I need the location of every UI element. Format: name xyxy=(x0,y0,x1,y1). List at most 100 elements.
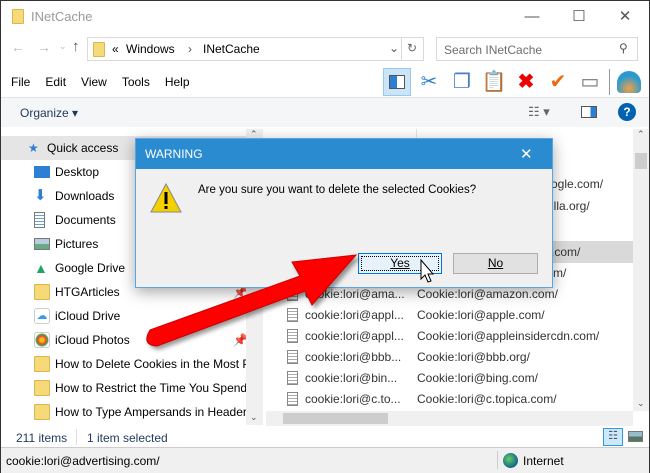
back-button[interactable]: ← xyxy=(11,39,25,55)
nav-label: How to Delete Cookies in the Most P xyxy=(55,357,246,371)
desktop-icon xyxy=(34,166,50,178)
preview-pane-button[interactable] xyxy=(383,68,411,96)
nav-folder-delete-cookies[interactable]: How to Delete Cookies in the Most P xyxy=(1,352,246,376)
nav-icloud-photos[interactable]: iCloud Photos 📌 xyxy=(1,328,246,352)
folder-icon xyxy=(34,356,50,372)
nav-icloud-drive[interactable]: ☁ iCloud Drive xyxy=(1,304,246,328)
cookie-name: cookie:lori@c.to... xyxy=(305,392,401,406)
table-row[interactable]: cookie:lori@bbb... Cookie:lori@bbb.org/ xyxy=(285,347,635,368)
download-icon: ⬇ xyxy=(34,187,47,204)
minimize-button[interactable]: — xyxy=(509,5,555,29)
file-icon xyxy=(287,308,298,322)
nav-label: iCloud Drive xyxy=(55,309,121,323)
close-button[interactable]: ✕ xyxy=(602,5,648,29)
nav-folder-restrict-time[interactable]: How to Restrict the Time You Spend xyxy=(1,376,246,400)
nav-label: HTGArticles xyxy=(55,285,120,299)
menu-edit[interactable]: Edit xyxy=(45,75,66,89)
scroll-thumb[interactable] xyxy=(635,153,647,169)
nav-label: How to Restrict the Time You Spend xyxy=(55,381,246,395)
delete-icon[interactable]: ✖ xyxy=(512,68,540,96)
menu-tools[interactable]: Tools xyxy=(122,75,150,89)
table-row[interactable]: cookie:lori@bin... Cookie:lori@bing.com/ xyxy=(285,368,635,389)
list-vertical-scrollbar[interactable]: ⌃ ⌄ xyxy=(633,129,649,411)
table-row[interactable]: cookie:lori@appl... Cookie:lori@apple.com… xyxy=(285,305,635,326)
checkmark-icon[interactable]: ✔ xyxy=(544,68,572,96)
paste-icon[interactable]: 📋 xyxy=(480,68,508,96)
menu-file[interactable]: File xyxy=(11,75,30,89)
cookie-address: Cookie:lori@apple.com/ xyxy=(417,308,545,322)
cookie-name: cookie:lori@bin... xyxy=(305,371,398,385)
dialog-message: Are you sure you want to delete the sele… xyxy=(198,184,477,196)
maximize-button[interactable]: ☐ xyxy=(556,5,602,29)
divider xyxy=(609,69,610,95)
organize-button[interactable]: Organize ▾ xyxy=(20,106,78,120)
chevron-down-icon[interactable]: ⌄ xyxy=(389,41,399,55)
no-button[interactable]: No xyxy=(453,253,538,274)
pictures-icon xyxy=(34,238,50,250)
recent-dropdown[interactable]: ⌄ xyxy=(59,41,67,52)
file-icon xyxy=(287,350,298,364)
file-icon xyxy=(287,371,298,385)
breadcrumb-inetcache[interactable]: INetCache xyxy=(203,42,260,56)
window-title: INetCache xyxy=(31,9,93,24)
menu-view[interactable]: View xyxy=(81,75,107,89)
details-pane-icon[interactable] xyxy=(581,106,597,118)
menu-help[interactable]: Help xyxy=(165,75,190,89)
google-drive-icon: ▲ xyxy=(34,260,48,276)
dialog-close-button[interactable]: ✕ xyxy=(520,145,533,163)
table-row[interactable]: cookie:lori@appl... Cookie:lori@appleinsi… xyxy=(285,326,635,347)
copy-icon[interactable]: ❐ xyxy=(448,68,476,96)
pin-icon[interactable]: 📌 xyxy=(233,328,246,352)
bottom-status-bar: cookie:lori@advertising.com/ Internet xyxy=(1,448,649,473)
cookie-address: Cookie:lori@bing.com/ xyxy=(417,371,538,385)
up-button[interactable]: ↑ xyxy=(72,38,80,55)
properties-icon[interactable]: ▭ xyxy=(576,68,604,96)
partial-address: m/ xyxy=(553,266,567,280)
cookie-name: cookie:lori@bbb... xyxy=(305,350,402,364)
search-input[interactable]: Search INetCache xyxy=(436,37,638,61)
photos-icon xyxy=(34,332,50,348)
forward-button[interactable]: → xyxy=(37,39,51,55)
cookie-address: Cookie:lori@c.topica.com/ xyxy=(417,392,557,406)
warning-icon xyxy=(150,183,182,213)
cookie-address: Cookie:lori@bbb.org/ xyxy=(417,350,530,364)
globe-icon xyxy=(503,453,518,468)
large-icons-view-button[interactable] xyxy=(628,431,643,442)
icloud-icon: ☁ xyxy=(34,308,50,324)
cookie-name: cookie:lori@appl... xyxy=(305,329,404,343)
view-options-icon[interactable]: ☷ ▾ xyxy=(528,104,550,120)
selection-count: 1 item selected xyxy=(87,431,168,445)
list-horizontal-scrollbar[interactable] xyxy=(266,411,633,426)
file-icon xyxy=(287,329,298,343)
nav-label: Google Drive xyxy=(55,261,126,275)
nav-folder-ampersands[interactable]: How to Type Ampersands in Header xyxy=(1,400,246,424)
search-icon: ⚲ xyxy=(619,41,628,55)
folder-icon xyxy=(93,42,105,57)
shell-logo-icon[interactable] xyxy=(617,71,641,93)
status-bar: 211 items 1 item selected ☷ xyxy=(1,426,649,448)
partial-address: ogle.com/ xyxy=(551,177,604,191)
breadcrumb-separator: › xyxy=(188,42,192,56)
document-icon xyxy=(34,212,45,228)
breadcrumb-overflow[interactable]: « xyxy=(112,42,119,56)
nav-label: Pictures xyxy=(55,237,99,251)
details-view-button[interactable]: ☷ xyxy=(603,428,623,446)
title-bar: INetCache — ☐ ✕ xyxy=(1,1,649,33)
address-bar[interactable]: « Windows › INetCache ⌄ ↻ xyxy=(87,37,424,61)
table-row[interactable]: cookie:lori@c.to... Cookie:lori@c.topica.… xyxy=(285,389,635,410)
partial-address: illa.org/ xyxy=(551,199,590,213)
folder-icon xyxy=(34,284,50,300)
nav-label: Quick access xyxy=(47,141,119,155)
yes-button[interactable]: Yes xyxy=(358,253,442,274)
security-zone: Internet xyxy=(523,454,564,468)
folder-icon xyxy=(34,404,50,420)
warning-dialog: WARNING ✕ Are you sure you want to delet… xyxy=(135,138,553,288)
dialog-title: WARNING xyxy=(136,139,552,169)
refresh-icon[interactable]: ↻ xyxy=(407,41,417,55)
cookie-name: cookie:lori@appl... xyxy=(305,308,404,322)
scroll-thumb[interactable] xyxy=(283,413,388,424)
breadcrumb-windows[interactable]: Windows xyxy=(126,42,175,56)
help-icon[interactable]: ? xyxy=(618,103,636,121)
folder-icon xyxy=(12,9,24,24)
cut-icon[interactable]: ✂ xyxy=(415,68,443,96)
